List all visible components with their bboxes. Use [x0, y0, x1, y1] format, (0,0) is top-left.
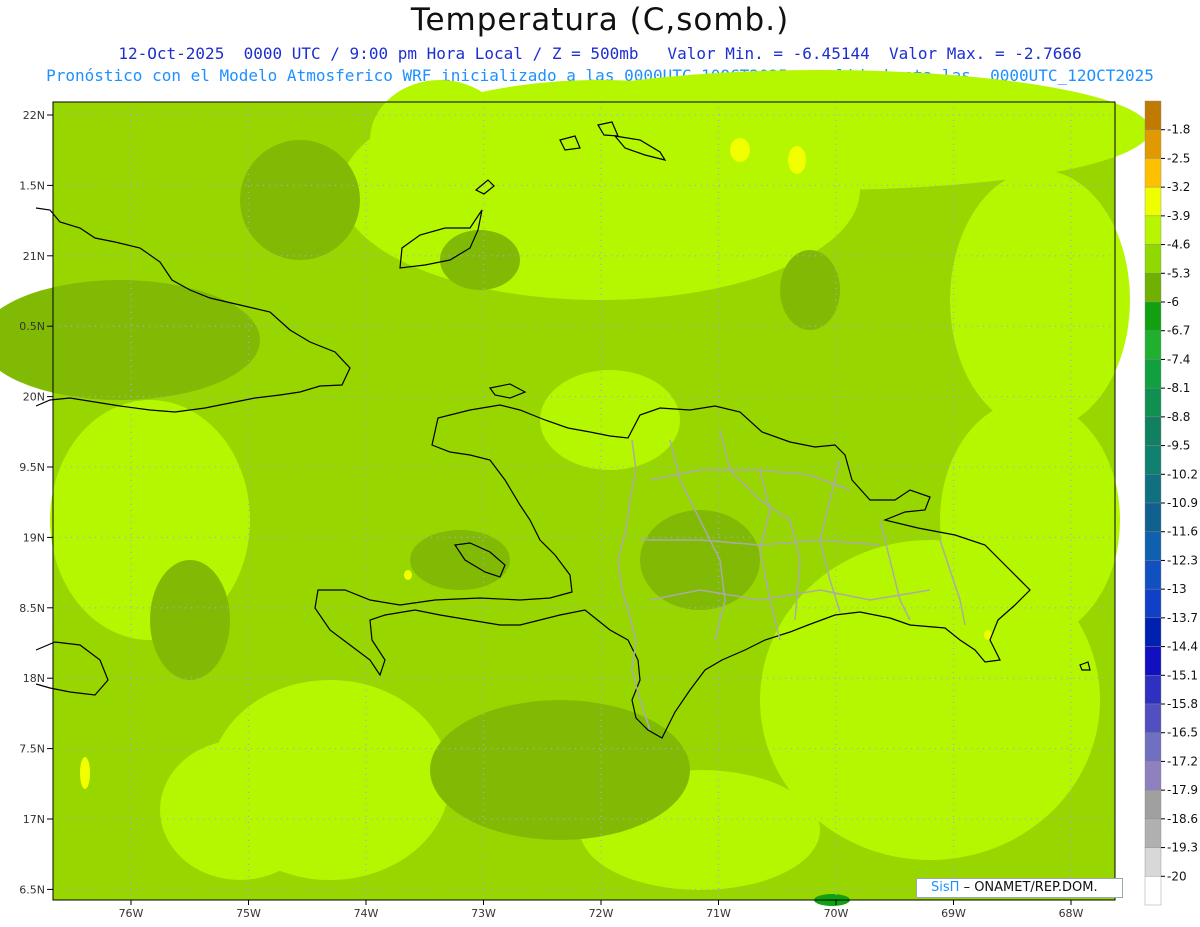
latitude-label: 6.5N — [19, 883, 45, 896]
colorbar-swatch — [1144, 387, 1162, 418]
latitude-label: 19N — [23, 531, 45, 544]
colorbar-label: -1.8 — [1167, 123, 1190, 137]
colorbar-label: -7.4 — [1167, 352, 1190, 366]
warmer-area — [370, 80, 510, 200]
colorbar-swatch — [1144, 359, 1162, 389]
colorbar-label: -15.8 — [1167, 697, 1198, 711]
colorbar-swatch — [1144, 703, 1162, 733]
cooler-area — [430, 700, 690, 840]
colorbar-label: -6.7 — [1167, 324, 1190, 338]
colorbar-label: -8.1 — [1167, 381, 1190, 395]
colorbar-swatch — [1144, 416, 1162, 446]
colorbar-label: -10.9 — [1167, 496, 1198, 510]
colorbar-label: -20 — [1167, 869, 1187, 883]
longitude-labels: 76W 75W 74W 73W 72W 71W 70W 69W 68W — [119, 900, 1084, 920]
colorbar-swatch — [1144, 818, 1162, 848]
colorbar-label: -2.5 — [1167, 151, 1190, 165]
colorbar-label: -14.4 — [1167, 640, 1198, 654]
colorbar-label: -3.2 — [1167, 180, 1190, 194]
longitude-label: 74W — [354, 907, 379, 920]
warm-spot — [404, 570, 412, 580]
colorbar-label: -6 — [1167, 295, 1179, 309]
colorbar: -1.8 -2.5 -3.2 -3.9 -4.6 -5.3 -6 -6.7 -7.4 -8.1 -8… — [1144, 100, 1198, 906]
colorbar-swatch — [1144, 675, 1162, 705]
cooler-area — [640, 510, 760, 610]
temperature-map: 22N 1.5N 21N 0.5N 20N 9.5N 19N 8.5N 18N 7.5N 17N 6.… — [0, 70, 1198, 920]
colorbar-label: -4.6 — [1167, 238, 1190, 252]
colorbar-label: -13.7 — [1167, 611, 1198, 625]
cooler-area — [410, 530, 510, 590]
colorbar-swatch — [1144, 186, 1162, 217]
colorbar-label: -13 — [1167, 582, 1187, 596]
colorbar-swatch — [1144, 330, 1162, 360]
cooler-area — [240, 140, 360, 260]
watermark-brand: SisΠ — [931, 880, 960, 895]
warmer-area — [540, 370, 680, 470]
longitude-label: 73W — [471, 907, 496, 920]
longitude-label: 68W — [1059, 907, 1084, 920]
longitude-label: 75W — [236, 907, 261, 920]
colorbar-swatch — [1144, 761, 1162, 791]
warmer-area — [160, 740, 320, 880]
colorbar-label: -12.3 — [1167, 553, 1198, 567]
colorbar-label: -17.2 — [1167, 754, 1198, 768]
colorbar-label: -19.3 — [1167, 841, 1198, 855]
watermark: SisΠ – ONAMET/REP.DOM. — [916, 878, 1123, 898]
colorbar-swatch — [1144, 158, 1162, 188]
colorbar-label: -11.6 — [1167, 525, 1198, 539]
latitude-label: 7.5N — [19, 743, 45, 756]
temperature-field — [0, 70, 1150, 906]
warm-spot — [730, 138, 750, 162]
longitude-label: 76W — [119, 907, 144, 920]
colorbar-label: -8.8 — [1167, 410, 1190, 424]
colorbar-label: -17.9 — [1167, 783, 1198, 797]
warm-spot — [788, 146, 806, 174]
latitude-label: 8.5N — [19, 602, 45, 615]
colorbar-label: -9.5 — [1167, 439, 1190, 453]
colorbar-label: -3.9 — [1167, 209, 1190, 223]
latitude-label: 9.5N — [19, 461, 45, 474]
colorbar-swatch — [1144, 474, 1162, 504]
colorbar-swatch — [1144, 876, 1162, 906]
longitude-label: 70W — [824, 907, 849, 920]
latitude-label: 21N — [23, 250, 45, 263]
colorbar-swatch — [1144, 588, 1162, 619]
cooler-area — [150, 560, 230, 680]
latitude-label: 1.5N — [19, 179, 45, 192]
colorbar-swatch — [1144, 100, 1162, 130]
latitude-label: 0.5N — [19, 320, 45, 333]
longitude-label: 72W — [589, 907, 614, 920]
colorbar-label: -15.1 — [1167, 668, 1198, 682]
colorbar-swatch — [1144, 531, 1162, 561]
colorbar-swatch — [1144, 646, 1162, 676]
warm-spot — [80, 757, 90, 789]
longitude-label: 69W — [941, 907, 966, 920]
colorbar-swatch — [1144, 244, 1162, 274]
colorbar-label: -5.3 — [1167, 266, 1190, 280]
colorbar-label: -16.5 — [1167, 726, 1198, 740]
colorbar-label: -18.6 — [1167, 812, 1198, 826]
cooler-area — [780, 250, 840, 330]
colorbar-swatch — [1144, 617, 1162, 647]
colorbar-swatch — [1144, 847, 1162, 877]
colorbar-swatch — [1144, 445, 1162, 475]
latitude-label: 20N — [23, 391, 45, 404]
colorbar-swatch — [1144, 789, 1162, 820]
colorbar-swatch — [1144, 560, 1162, 590]
colorbar-swatch — [1144, 301, 1162, 331]
latitude-label: 18N — [23, 672, 45, 685]
cooler-area — [440, 230, 520, 290]
colorbar-swatch — [1144, 502, 1162, 532]
warmer-area — [950, 170, 1130, 430]
longitude-label: 71W — [706, 907, 731, 920]
watermark-text: – ONAMET/REP.DOM. — [963, 880, 1098, 895]
latitude-label: 22N — [23, 109, 45, 122]
colorbar-swatch — [1144, 215, 1162, 245]
colorbar-swatch — [1144, 732, 1162, 762]
colorbar-swatch — [1144, 129, 1162, 159]
latitude-label: 17N — [23, 813, 45, 826]
latitude-labels: 22N 1.5N 21N 0.5N 20N 9.5N 19N 8.5N 18N 7.5N 17N 6.… — [19, 109, 53, 896]
colorbar-swatch — [1144, 273, 1162, 303]
colorbar-label: -10.2 — [1167, 467, 1198, 481]
